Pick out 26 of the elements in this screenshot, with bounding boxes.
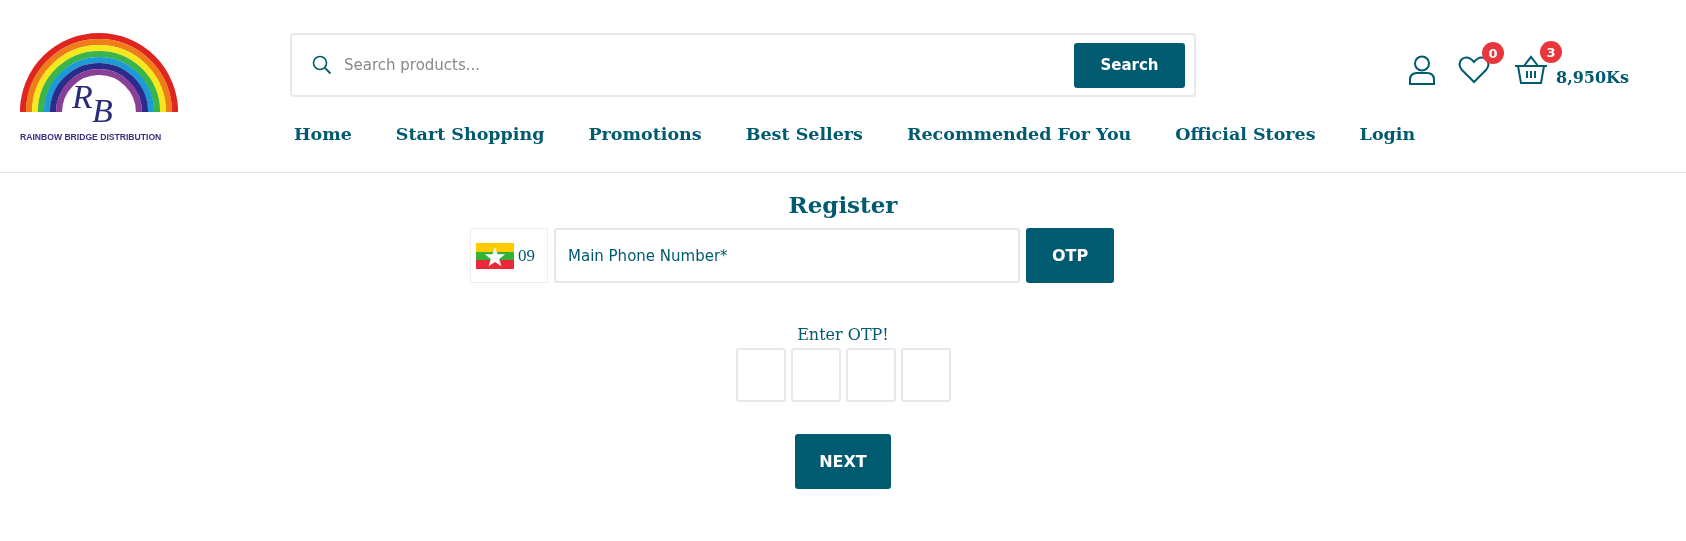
- wishlist-count-badge: 0: [1482, 42, 1504, 64]
- country-code-selector[interactable]: 09: [470, 228, 548, 283]
- otp-button[interactable]: OTP: [1026, 228, 1114, 283]
- user-icon[interactable]: [1408, 55, 1436, 85]
- next-button[interactable]: NEXT: [795, 434, 891, 489]
- nav-link[interactable]: Promotions: [588, 124, 702, 144]
- search-button[interactable]: Search: [1074, 42, 1185, 88]
- search-field[interactable]: Search products... Search: [290, 33, 1196, 97]
- logo-text: RAINBOW BRIDGE DISTRIBUTION: [20, 132, 162, 142]
- nav-link[interactable]: Best Sellers: [745, 124, 863, 144]
- nav-link[interactable]: Start Shopping: [395, 124, 545, 144]
- logo-monogram: B: [92, 94, 113, 128]
- nav-link[interactable]: Recommended For You: [906, 124, 1132, 144]
- page-title: Register: [788, 191, 898, 218]
- flag-icon: [476, 242, 514, 269]
- cart-count-badge: 3: [1540, 41, 1562, 63]
- nav-link[interactable]: Login: [1359, 124, 1416, 144]
- cart-total[interactable]: 8,950Ks: [1556, 67, 1629, 87]
- basket-icon[interactable]: [1514, 55, 1548, 85]
- phone-number-field[interactable]: Main Phone Number*: [554, 228, 1020, 283]
- search-icon: [312, 55, 332, 75]
- nav-link[interactable]: Home: [294, 124, 352, 144]
- heart-icon[interactable]: [1458, 56, 1490, 84]
- nav-link[interactable]: Official Stores: [1175, 124, 1316, 144]
- logo-monogram: R: [72, 80, 93, 114]
- otp-label: Enter OTP!: [797, 325, 889, 344]
